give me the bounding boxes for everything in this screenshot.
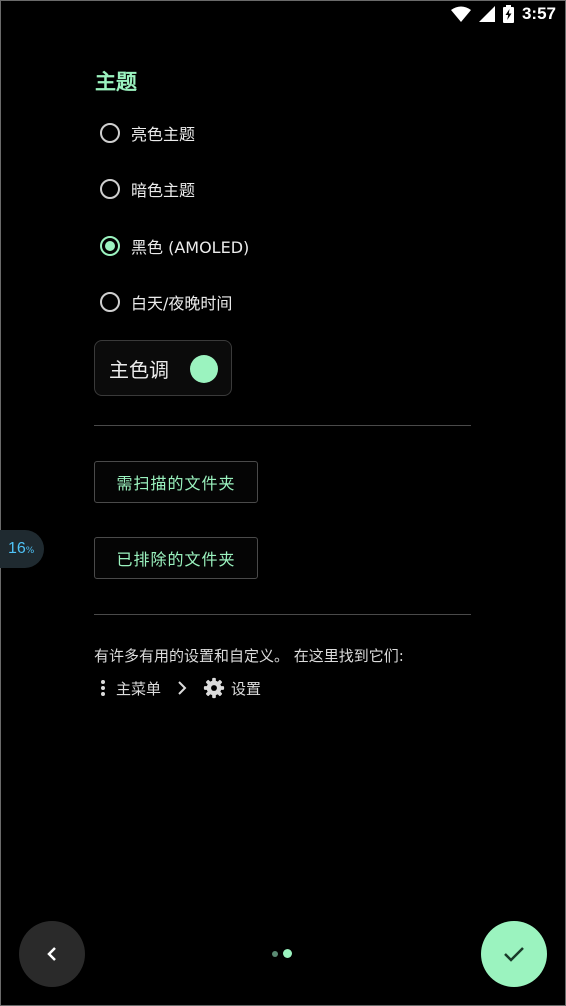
scan-folders-button[interactable]: 需扫描的文件夹 [94,461,258,503]
progress-unit: % [25,546,35,556]
progress-bubble[interactable]: 16% [0,530,44,568]
accent-color-label: 主色调 [109,357,169,382]
theme-option-label: 白天/夜晚时间 [131,294,233,313]
cell-signal-icon [478,6,495,22]
check-icon [504,947,524,962]
gear-icon [203,677,225,699]
settings-label: 设置 [231,679,262,698]
main-menu-label: 主菜单 [116,679,162,698]
status-bar: 3:57 [450,0,566,28]
theme-section-title: 主题 [95,70,137,94]
page-indicator [272,949,292,958]
accent-color-button[interactable]: 主色调 [94,340,232,396]
theme-option-day-night[interactable]: 白天/夜晚时间 [100,288,232,316]
chevron-right-icon [178,681,187,695]
theme-option-label: 暗色主题 [131,181,196,200]
more-vert-icon [101,680,105,696]
theme-option-black-amoled[interactable]: 黑色 (AMOLED) [100,232,249,260]
page-dot-active [283,949,292,958]
divider [94,614,471,615]
radio-button-selected[interactable] [100,236,120,256]
done-button[interactable] [481,921,547,987]
excluded-folders-button[interactable]: 已排除的文件夹 [94,537,258,579]
settings-hint-text: 有许多有用的设置和自定义。 在这里找到它们: [94,647,404,665]
theme-option-label: 黑色 (AMOLED) [131,238,250,257]
back-button[interactable] [19,921,85,987]
accent-color-swatch [190,355,218,383]
theme-option-label: 亮色主题 [131,125,196,144]
radio-button[interactable] [100,123,120,143]
divider [94,425,471,426]
settings-path: 主菜单 设置 [100,676,261,700]
status-time: 3:57 [521,4,556,23]
wifi-icon [450,6,471,22]
theme-option-dark[interactable]: 暗色主题 [100,175,195,203]
battery-charging-icon [502,5,514,23]
page-dot [272,950,278,957]
theme-option-light[interactable]: 亮色主题 [100,119,195,147]
progress-value: 16 [8,540,26,557]
radio-button[interactable] [100,179,120,199]
radio-button[interactable] [100,292,120,312]
screen-frame [0,0,566,1006]
chevron-left-icon [47,947,56,961]
